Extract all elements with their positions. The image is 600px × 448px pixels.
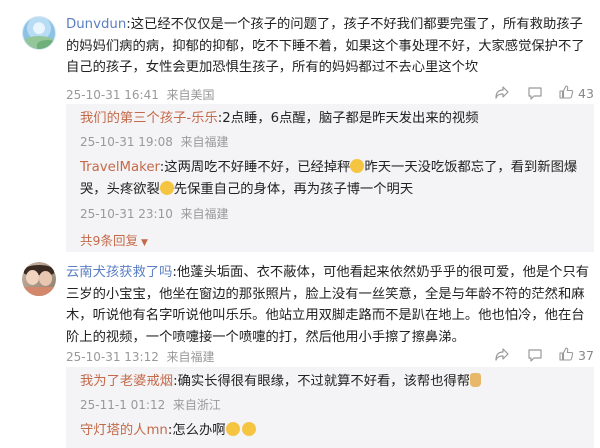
more-replies-link[interactable]: 共9条回复 ▼ bbox=[80, 230, 148, 249]
comment-meta: 25-10-31 13:12 来自福建 bbox=[66, 348, 215, 365]
chevron-down-icon: ▼ bbox=[140, 238, 148, 248]
avatar[interactable] bbox=[22, 262, 56, 296]
reply-body: 先保重自己的身体，再为孩子博一个明天 bbox=[173, 182, 414, 197]
share-icon[interactable] bbox=[494, 347, 510, 363]
reply-item: 守灯塔的人mn:怎么办啊 bbox=[80, 420, 590, 442]
comment-body: 这已经不仅仅是一个孩子的问题了，孩子不好我们都要完蛋了，所有救助孩子的妈妈们病的… bbox=[66, 17, 585, 75]
reply-body: 怎么办啊 bbox=[172, 423, 226, 438]
sad-face-emoji-icon bbox=[225, 422, 240, 436]
reply-body: 确实长得很有眼缘，不过就算不好看，该帮也得帮 bbox=[177, 374, 471, 389]
comment-location: 来自美国 bbox=[166, 88, 215, 102]
reply-time: 25-10-31 19:08 bbox=[80, 135, 173, 149]
comment-text: 云南犬孩获救了吗:他蓬头垢面、衣不蔽体，可他看起来依然奶乎乎的很可爱，他是个只有… bbox=[66, 265, 590, 345]
like-count: 37 bbox=[578, 348, 594, 363]
comment-time: 25-10-31 13:12 bbox=[66, 350, 159, 364]
reply-meta: 25-11-1 01:12 来自浙江 bbox=[80, 396, 221, 413]
reply-body: 这两周吃不好睡不好，已经掉秤 bbox=[164, 160, 351, 175]
reply-location: 来自福建 bbox=[180, 207, 229, 221]
comment-time: 25-10-31 16:41 bbox=[66, 88, 159, 102]
sad-face-emoji-icon bbox=[241, 422, 256, 436]
avatar[interactable] bbox=[22, 16, 56, 50]
reply-username[interactable]: 我们的第三个孩子-乐乐 bbox=[80, 111, 218, 126]
comment-text: Dunvdun:这已经不仅仅是一个孩子的问题了，孩子不好我们都要完蛋了，所有救助… bbox=[66, 17, 585, 75]
reply-item: 我为了老婆戒烟:确实长得很有眼缘，不过就算不好看，该帮也得帮 bbox=[80, 371, 590, 393]
reply-item: 我们的第三个孩子-乐乐:2点睡，6点醒，脑子都是昨天发出来的视频 bbox=[80, 111, 479, 126]
share-icon[interactable] bbox=[494, 85, 510, 101]
reply-time: 25-11-1 01:12 bbox=[80, 398, 166, 412]
sad-face-emoji-icon bbox=[350, 159, 365, 173]
comment-location: 来自福建 bbox=[166, 350, 215, 364]
comment-username[interactable]: 云南犬孩获救了吗 bbox=[66, 265, 172, 280]
reply-username[interactable]: 我为了老婆戒烟 bbox=[80, 374, 173, 389]
sad-face-emoji-icon bbox=[159, 181, 174, 195]
comment-meta: 25-10-31 16:41 来自美国 bbox=[66, 86, 215, 103]
reply-meta: 25-10-31 19:08 来自福建 bbox=[80, 133, 229, 150]
thumbs-up-emoji-icon bbox=[470, 373, 482, 387]
reply-meta: 25-10-31 23:10 来自福建 bbox=[80, 205, 229, 222]
comment-icon[interactable] bbox=[527, 347, 543, 363]
comment-username[interactable]: Dunvdun bbox=[66, 17, 126, 32]
reply-location: 来自福建 bbox=[180, 135, 229, 149]
reply-username[interactable]: TravelMaker bbox=[80, 160, 160, 175]
reply-body: 2点睡，6点醒，脑子都是昨天发出来的视频 bbox=[222, 111, 479, 126]
like-icon[interactable] bbox=[558, 346, 574, 362]
reply-location: 来自浙江 bbox=[172, 398, 221, 412]
reply-time: 25-10-31 23:10 bbox=[80, 207, 173, 221]
like-count: 43 bbox=[578, 86, 594, 101]
like-icon[interactable] bbox=[558, 84, 574, 100]
more-replies-label: 共9条回复 bbox=[80, 233, 138, 248]
comment-icon[interactable] bbox=[527, 85, 543, 101]
reply-username[interactable]: 守灯塔的人mn bbox=[80, 423, 168, 438]
reply-item: TravelMaker:这两周吃不好睡不好，已经掉秤 昨天一天没吃饭都忘了，看到新… bbox=[80, 159, 578, 197]
